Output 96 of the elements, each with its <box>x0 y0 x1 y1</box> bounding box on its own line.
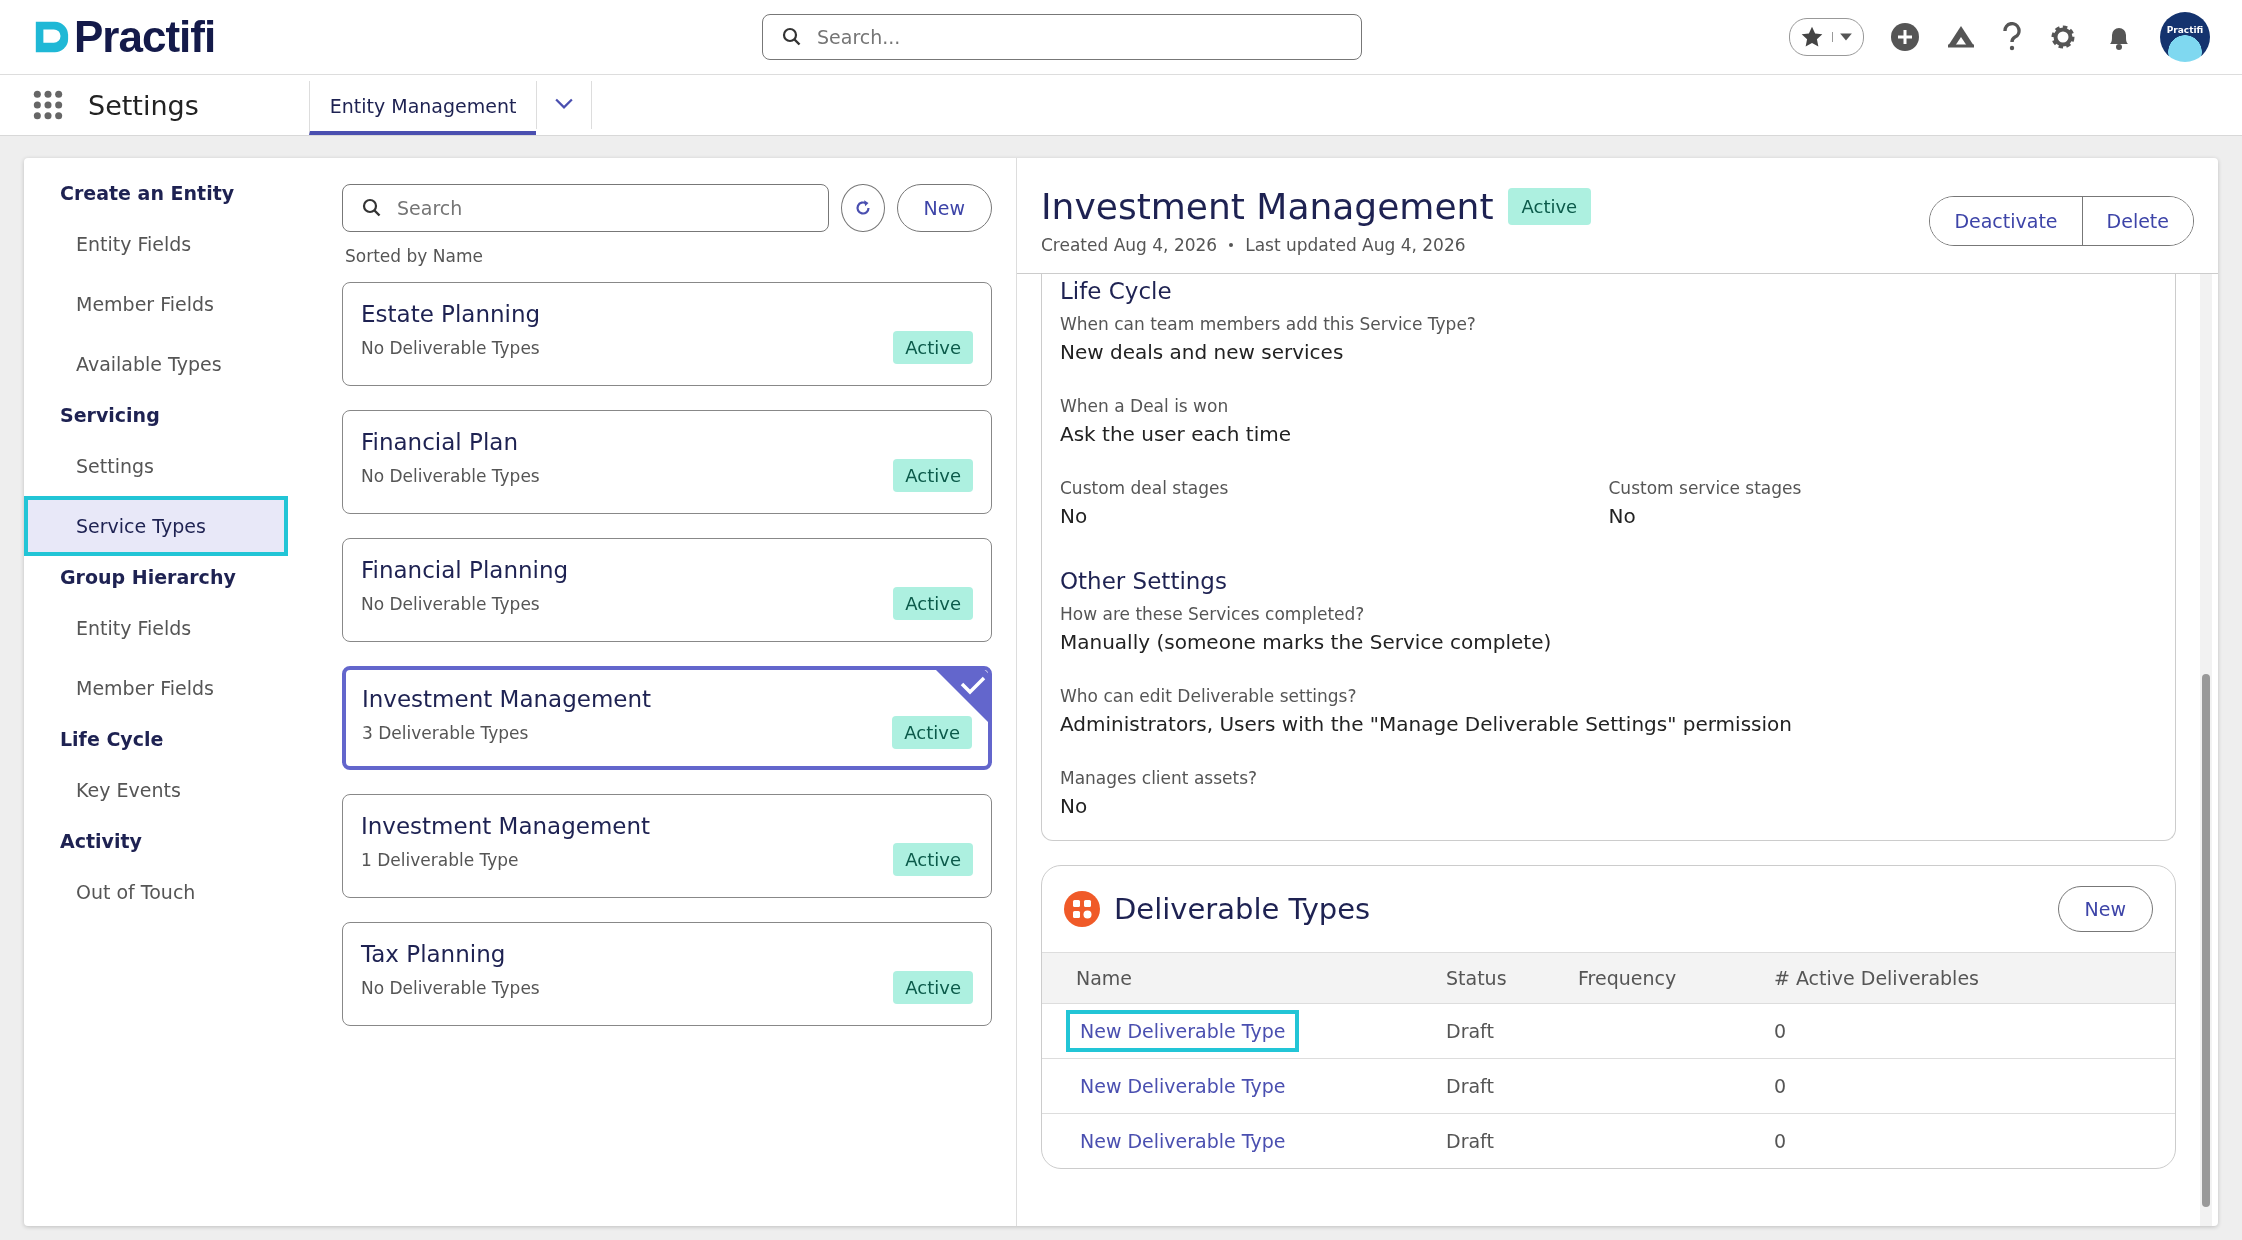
avatar[interactable]: Practifi <box>2160 12 2210 62</box>
sidebar-heading: Servicing <box>59 403 161 428</box>
field-label: How are these Services completed? <box>1060 604 1366 624</box>
field-value: New deals and new services <box>1060 340 1345 364</box>
search-icon <box>782 27 802 47</box>
field-value: No <box>1608 504 1637 528</box>
sidebar-item[interactable]: Available Types <box>24 334 288 394</box>
sidebar-heading: Group Hierarchy <box>59 565 237 590</box>
status-badge: Active <box>893 459 973 492</box>
card-title: Financial Plan <box>361 429 519 455</box>
sidebar-item[interactable]: Service Types <box>24 496 288 556</box>
field-label: When a Deal is won <box>1060 396 1230 416</box>
sort-label: Sorted by Name <box>345 246 484 266</box>
service-type-card[interactable]: Financial Plan No Deliverable Types Active <box>342 410 992 514</box>
status-badge: Active <box>893 587 973 620</box>
field-label: Manages client assets? <box>1060 768 1259 788</box>
scrollbar[interactable] <box>2200 274 2212 1226</box>
sidebar-item[interactable]: Entity Fields <box>24 598 288 658</box>
sidebar-item[interactable]: Entity Fields <box>24 214 288 274</box>
search-field[interactable]: Search <box>342 184 830 232</box>
deliverable-link[interactable]: New Deliverable Type <box>1066 1120 1300 1162</box>
card-subtitle: No Deliverable Types <box>361 465 540 486</box>
field-value: Administrators, Users with the "Manage Deliverable Settings" permission <box>1060 712 1793 736</box>
app-title: Settings <box>88 89 199 121</box>
card-title: Deliverable Types <box>1114 892 1371 926</box>
deliverable-link[interactable]: New Deliverable Type <box>1066 1065 1300 1107</box>
card-title: Investment Management <box>361 813 652 839</box>
column-header: Name <box>1075 967 1134 989</box>
favorites-button[interactable] <box>1789 18 1864 56</box>
card-title: Financial Planning <box>361 557 570 583</box>
column-header: # Active Deliverables <box>1774 967 1980 989</box>
table-cell-text: Draft <box>1446 1130 1495 1152</box>
app-launcher-icon[interactable] <box>32 89 64 121</box>
field-label: When can team members add this Service Type? <box>1060 314 1477 334</box>
table-cell-text: 0 <box>1774 1020 1788 1042</box>
field-value: No <box>1060 504 1089 528</box>
card-title: Investment Management <box>362 686 653 712</box>
field-value: Manually (someone marks the Service complete) <box>1060 630 1553 654</box>
status-badge: Active <box>1507 188 1592 225</box>
card-title: Tax Planning <box>361 941 507 967</box>
service-type-card[interactable]: Financial Planning No Deliverable Types Active <box>342 538 992 642</box>
service-type-card[interactable]: Estate Planning No Deliverable Types Active <box>342 282 992 386</box>
service-type-card[interactable]: Investment Management 1 Deliverable Type Active <box>342 794 992 898</box>
field-value: Ask the user each time <box>1060 422 1292 446</box>
card-subtitle: No Deliverable Types <box>361 337 540 358</box>
updated-date: Last updated Aug 4, 2026 <box>1245 235 1466 255</box>
new-button[interactable]: New <box>2057 886 2153 932</box>
field-label: Custom service stages <box>1608 478 1803 498</box>
status-badge: Active <box>893 971 973 1004</box>
separator-dot-icon <box>1229 243 1234 247</box>
search-field[interactable]: Search... <box>762 14 1362 60</box>
card-subtitle: 3 Deliverable Types <box>362 722 529 743</box>
action-button[interactable]: Delete <box>2081 196 2193 245</box>
sidebar-heading: Activity <box>59 829 143 854</box>
sidebar-item[interactable]: Member Fields <box>24 274 288 334</box>
status-badge: Active <box>893 331 973 364</box>
help-icon[interactable] <box>2002 22 2022 52</box>
deliverable-link[interactable]: New Deliverable Type <box>1066 1010 1300 1052</box>
service-type-card[interactable]: Investment Management 3 Deliverable Types Active <box>342 666 992 770</box>
card-subtitle: No Deliverable Types <box>361 593 540 614</box>
sidebar-item[interactable]: Member Fields <box>24 658 288 718</box>
chevron-down-icon <box>555 97 574 110</box>
sidebar-heading: Life Cycle <box>59 727 165 752</box>
sidebar-item[interactable]: Settings <box>24 436 288 496</box>
add-icon[interactable] <box>1890 22 1920 52</box>
section-heading: Life Cycle <box>1060 278 1173 304</box>
column-header: Frequency <box>1578 967 1678 989</box>
check-icon <box>934 668 990 724</box>
sidebar-item[interactable]: Out of Touch <box>24 862 288 922</box>
sidebar-heading: Create an Entity <box>59 181 236 206</box>
card-title: Estate Planning <box>361 301 542 327</box>
caret-icon <box>1832 32 1853 42</box>
sidebar-item[interactable]: Key Events <box>24 760 288 820</box>
field-label: Who can edit Deliverable settings? <box>1060 686 1358 706</box>
logo-text: Practifi <box>74 12 216 62</box>
table-cell-text: Draft <box>1446 1020 1495 1042</box>
section-heading: Other Settings <box>1060 568 1228 594</box>
deliverables-icon <box>1064 891 1100 927</box>
status-badge: Active <box>892 716 972 749</box>
card-subtitle: No Deliverable Types <box>361 977 540 998</box>
star-icon <box>1800 25 1824 49</box>
status-badge: Active <box>893 843 973 876</box>
service-type-card[interactable]: Tax Planning No Deliverable Types Active <box>342 922 992 1026</box>
created-date: Created Aug 4, 2026 <box>1041 235 1218 255</box>
search-icon <box>362 198 382 218</box>
field-value: No <box>1060 794 1089 818</box>
column-header: Status <box>1446 967 1508 989</box>
table-cell-text: 0 <box>1774 1075 1788 1097</box>
card-subtitle: 1 Deliverable Type <box>361 849 519 870</box>
refresh-button[interactable] <box>841 184 885 232</box>
new-button[interactable]: New <box>896 184 992 232</box>
record-title: Investment Management <box>1041 186 1494 227</box>
table-cell-text: Draft <box>1446 1075 1495 1097</box>
nav-tab[interactable]: Entity Management <box>308 81 537 135</box>
table-cell-text: 0 <box>1774 1130 1788 1152</box>
field-label: Custom deal stages <box>1060 478 1230 498</box>
